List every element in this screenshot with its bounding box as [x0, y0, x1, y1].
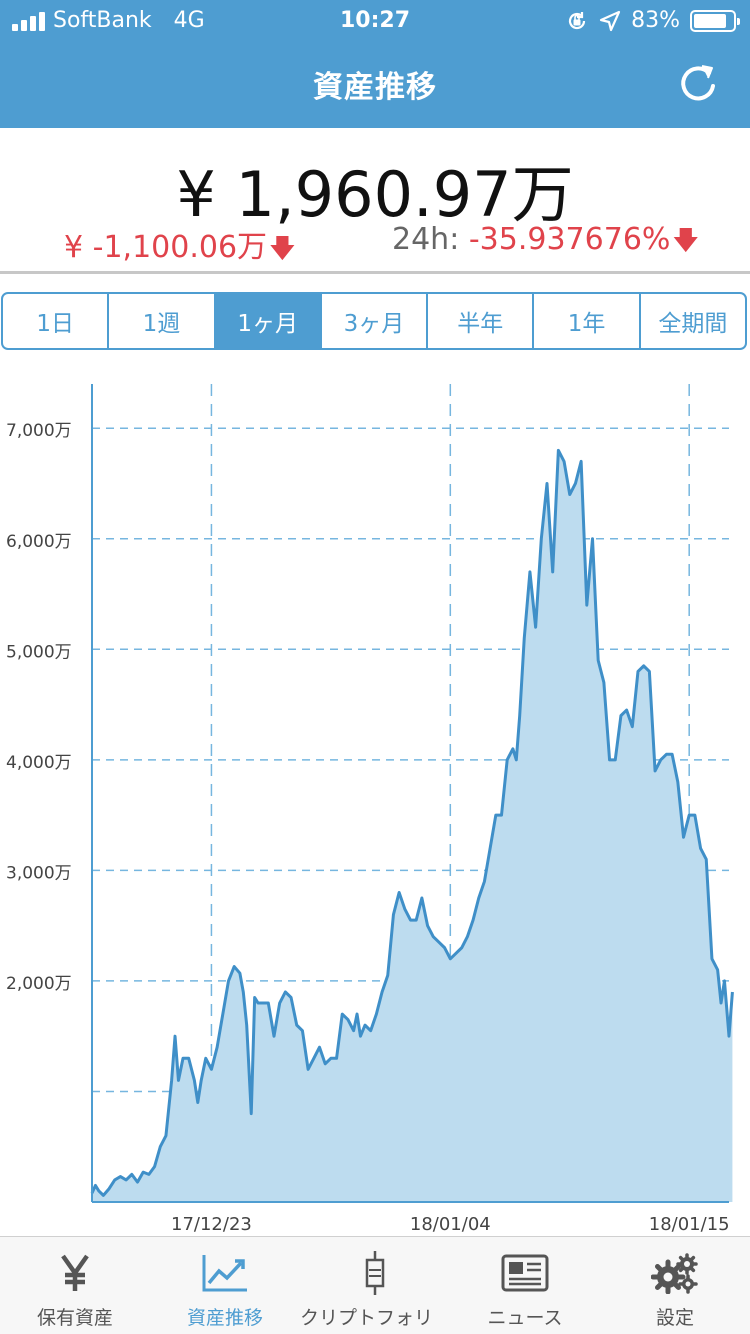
- asset-history-chart-area: 2,000万 3,000万 4,000万 5,000万 6,000万 7,000万 17/1…: [0, 360, 750, 1236]
- period-1year[interactable]: 1年: [534, 294, 641, 348]
- tab-news-label: ニュース: [487, 1307, 563, 1329]
- period-1day[interactable]: 1日: [3, 294, 110, 348]
- down-arrow-icon: 🡇: [269, 234, 296, 264]
- change-24h-value: -35.937676%: [468, 222, 671, 257]
- battery-icon: [690, 9, 740, 32]
- y-tick-label: 7,000万: [6, 421, 72, 441]
- tab-bar: 保有資産 資産推移 クリプトフォリオ: [0, 1236, 750, 1334]
- tab-holdings-label: 保有資産: [36, 1307, 113, 1329]
- y-tick-label: 5,000万: [6, 642, 72, 662]
- newspaper-icon: [501, 1254, 549, 1292]
- y-tick-label: 4,000万: [6, 753, 72, 773]
- tab-settings[interactable]: 設定: [600, 1237, 750, 1334]
- y-tick-label: 3,000万: [6, 863, 72, 883]
- tab-holdings[interactable]: 保有資産: [0, 1237, 150, 1334]
- total-change-value: ¥ -1,100.06万: [64, 230, 268, 265]
- y-tick-label: 6,000万: [6, 532, 72, 552]
- x-tick-label: 18/01/04: [410, 1214, 491, 1235]
- change-24h-label: 24h:: [392, 222, 460, 257]
- tab-cryptofolio-label: クリプトフォリオ: [300, 1307, 434, 1329]
- refresh-icon[interactable]: [676, 60, 720, 104]
- period-selector: 1日 1週 1ヶ月 3ヶ月 半年 1年 全期間: [1, 292, 747, 350]
- tab-cryptofolio[interactable]: クリプトフォリオ: [300, 1237, 450, 1334]
- tab-news[interactable]: ニュース: [450, 1237, 600, 1334]
- orientation-lock-icon: [569, 11, 586, 29]
- tab-settings-label: 設定: [655, 1307, 694, 1329]
- battery-percent: 83%: [631, 8, 680, 33]
- gear-icon: [651, 1253, 698, 1294]
- tab-asset-history[interactable]: 資産推移: [150, 1237, 300, 1334]
- period-1week[interactable]: 1週: [109, 294, 216, 348]
- x-tick-label: 18/01/15: [649, 1214, 730, 1235]
- chart-trend-icon: [202, 1255, 247, 1292]
- period-1month[interactable]: 1ヶ月: [215, 294, 322, 348]
- series-area: [92, 450, 733, 1202]
- x-tick-label: 17/12/23: [171, 1214, 252, 1235]
- total-change: ¥ -1,100.06万🡇: [64, 222, 296, 274]
- asset-history-chart[interactable]: 2,000万 3,000万 4,000万 5,000万 6,000万 7,000万 17/1…: [0, 360, 750, 1236]
- status-bar: SoftBank 4G 10:27 83%: [0, 0, 750, 40]
- down-arrow-icon: 🡇: [672, 226, 700, 256]
- change-24h: 24h: -35.937676%🡇: [392, 222, 699, 266]
- location-arrow-icon: [599, 10, 621, 31]
- page-title: 資産推移: [313, 70, 437, 105]
- candlestick-icon: [365, 1251, 385, 1295]
- tab-asset-history-label: 資産推移: [186, 1307, 263, 1329]
- total-assets: ¥ 1,960.97万: [176, 158, 574, 231]
- asset-summary: ¥ 1,960.97万 ¥ -1,100.06万🡇 24h: -35.93767…: [0, 128, 750, 274]
- app-header: SoftBank 4G 10:27 83% 資産推移: [0, 0, 750, 128]
- period-3months[interactable]: 3ヶ月: [322, 294, 429, 348]
- yen-icon: [61, 1254, 89, 1291]
- period-half-year[interactable]: 半年: [428, 294, 535, 348]
- y-tick-label: 2,000万: [6, 974, 72, 994]
- period-all[interactable]: 全期間: [641, 294, 745, 348]
